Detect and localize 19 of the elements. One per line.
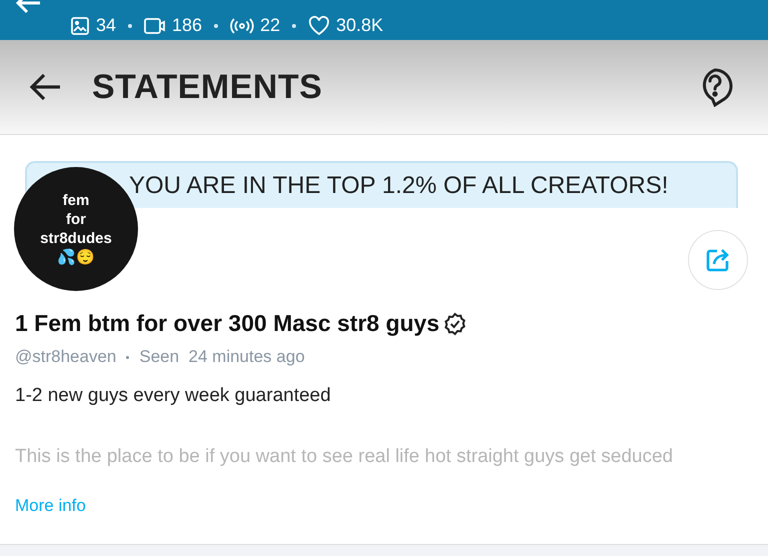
username: @str8heaven: [15, 347, 116, 367]
avatar-text: fem: [62, 191, 90, 210]
heart-icon: [308, 16, 330, 36]
avatar-text: 💦😌: [57, 248, 95, 267]
back-arrow-icon[interactable]: [28, 72, 62, 102]
last-seen: Seen 24 minutes ago: [139, 347, 305, 367]
image-icon: [70, 16, 90, 36]
stat-count: 34: [96, 15, 116, 36]
avatar-text: str8dudes: [40, 229, 112, 248]
avatar-text: for: [66, 210, 86, 229]
profile-name: 1 Fem btm for over 300 Masc str8 guys: [15, 310, 440, 337]
video-icon: [144, 16, 166, 34]
stat-count: 30.8K: [336, 15, 384, 36]
stat-count: 186: [172, 15, 202, 36]
page-title: STATEMENTS: [92, 68, 324, 106]
stat-count: 22: [260, 15, 280, 36]
broadcast-icon: [230, 16, 254, 34]
bio-text: This is the place to be if you want to see real life hot straight guys get seduced: [15, 446, 674, 468]
bio-text: 1-2 new guys every week guaranteed: [15, 385, 332, 407]
